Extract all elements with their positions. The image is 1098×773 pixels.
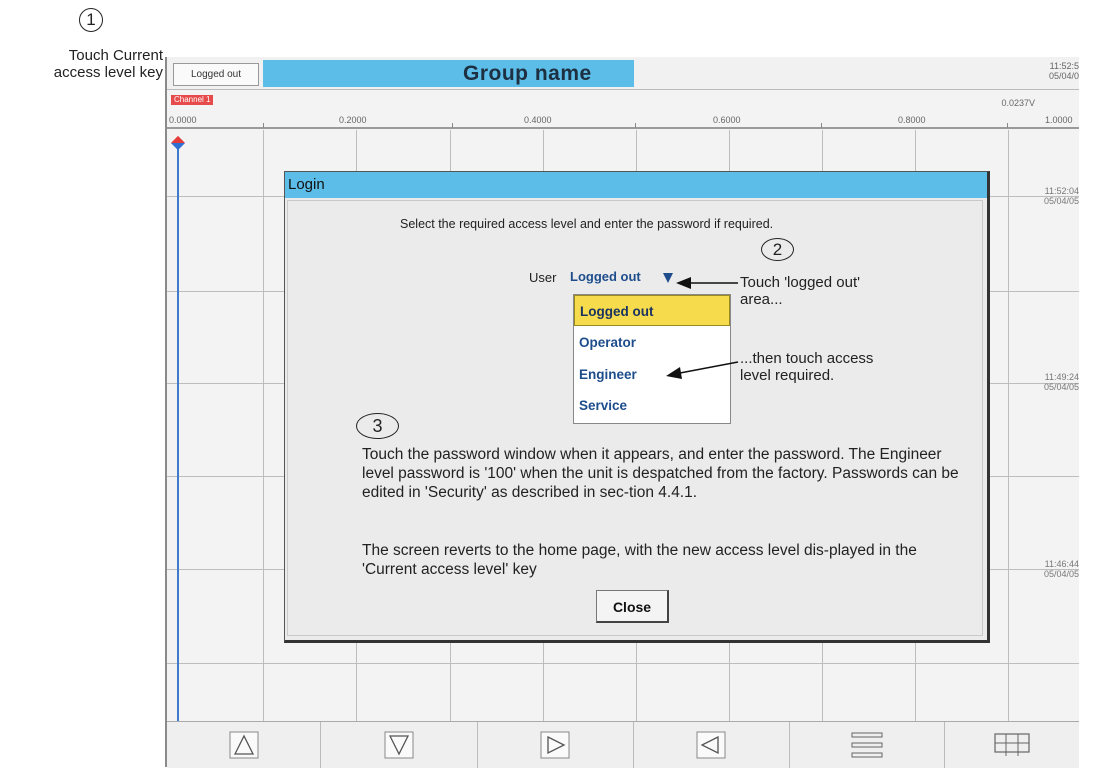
scale-tick: [635, 123, 636, 128]
timestamp-time: 11:52:04: [1044, 186, 1079, 196]
clock-time: 11:52:5: [1049, 61, 1079, 71]
timestamp: 11:49:24 05/04/05: [1044, 372, 1079, 392]
callout-access-line1: ...then touch access: [740, 350, 874, 367]
callout-text-1: Touch Current access level key: [53, 47, 163, 81]
scale-bar: [167, 127, 1079, 129]
nav-layout-button[interactable]: [945, 722, 1079, 768]
callout-access-line2: level required.: [740, 367, 835, 384]
grid-line: [263, 130, 264, 721]
callout-number-2: 2: [761, 238, 794, 261]
scale-tick: [1007, 123, 1008, 128]
scale-label: 0.6000: [713, 115, 741, 125]
nav-menu-button[interactable]: [790, 722, 944, 768]
channel-live-value: 0.0237V: [1001, 98, 1035, 108]
bottom-nav-bar: [167, 721, 1079, 768]
dialog-title: Login: [285, 172, 987, 198]
grid-layout-icon: [994, 733, 1030, 756]
callout-text-3a: Touch the password window when it appear…: [362, 446, 959, 501]
timestamp-date: 05/04/05: [1043, 196, 1079, 206]
clock-date: 05/04/0: [1048, 71, 1079, 81]
timestamp: 11:52:04 05/04/05: [1044, 186, 1079, 206]
group-name-bar[interactable]: Group name: [263, 60, 634, 87]
channel-pen-marker: [170, 135, 186, 151]
nav-right-button[interactable]: [478, 722, 633, 768]
scale-tick: [821, 123, 822, 128]
right-triangle-icon: [540, 731, 570, 759]
option-service[interactable]: Service: [574, 390, 730, 421]
scale-label: 0.4000: [524, 115, 552, 125]
menu-lines-icon: [851, 732, 883, 758]
callout-number-3: 3: [356, 413, 399, 439]
access-level-dropdown: Logged out Operator Engineer Service: [573, 294, 731, 424]
nav-left-button[interactable]: [634, 722, 789, 768]
callout-text-2a: Touch 'logged out': [740, 274, 860, 291]
callout-number-1: 1: [79, 8, 103, 32]
timestamp-date: 05/04/05: [1043, 382, 1079, 392]
callout-text-3b: The screen reverts to the home page, wit…: [362, 542, 917, 578]
option-engineer[interactable]: Engineer: [574, 359, 730, 390]
option-operator[interactable]: Operator: [574, 327, 730, 358]
down-triangle-icon: [384, 731, 414, 759]
option-logged-out[interactable]: Logged out: [574, 295, 730, 326]
user-select[interactable]: Logged out: [570, 269, 641, 284]
group-name: Group name: [463, 62, 592, 85]
close-button[interactable]: Close: [596, 590, 669, 623]
top-bar: Logged out Group name 11:52:5 05/04/0: [167, 57, 1079, 90]
scale-label: 0.8000: [898, 115, 926, 125]
channel-tag[interactable]: Channel 1: [171, 95, 214, 105]
timestamp-time: 11:46:44: [1044, 559, 1079, 569]
up-triangle-icon: [229, 731, 259, 759]
timestamp: 11:46:44 05/04/05: [1044, 559, 1079, 579]
timestamp-date: 05/04/05: [1043, 569, 1079, 579]
nav-up-button[interactable]: [167, 722, 320, 768]
current-access-level-key[interactable]: Logged out: [173, 63, 259, 86]
grid-line: [167, 663, 1079, 664]
grid-line: [1008, 130, 1009, 721]
scale-tick: [263, 123, 264, 128]
channel-trace: [177, 142, 179, 721]
scale-label: 0.2000: [339, 115, 367, 125]
login-instruction: Select the required access level and ent…: [400, 217, 774, 231]
scale-label: 1.0000: [1045, 115, 1073, 125]
callout-text-2b: area...: [740, 291, 783, 308]
nav-down-button[interactable]: [321, 722, 477, 768]
scale-tick: [452, 123, 453, 128]
user-label: User: [529, 270, 557, 285]
dropdown-arrow-icon[interactable]: [663, 273, 673, 283]
left-triangle-icon: [696, 731, 726, 759]
scale-label: 0.0000: [169, 115, 197, 125]
timestamp-time: 11:49:24: [1044, 372, 1079, 382]
recorder-screen: Logged out Group name 11:52:5 05/04/0 Ch…: [165, 57, 1079, 768]
